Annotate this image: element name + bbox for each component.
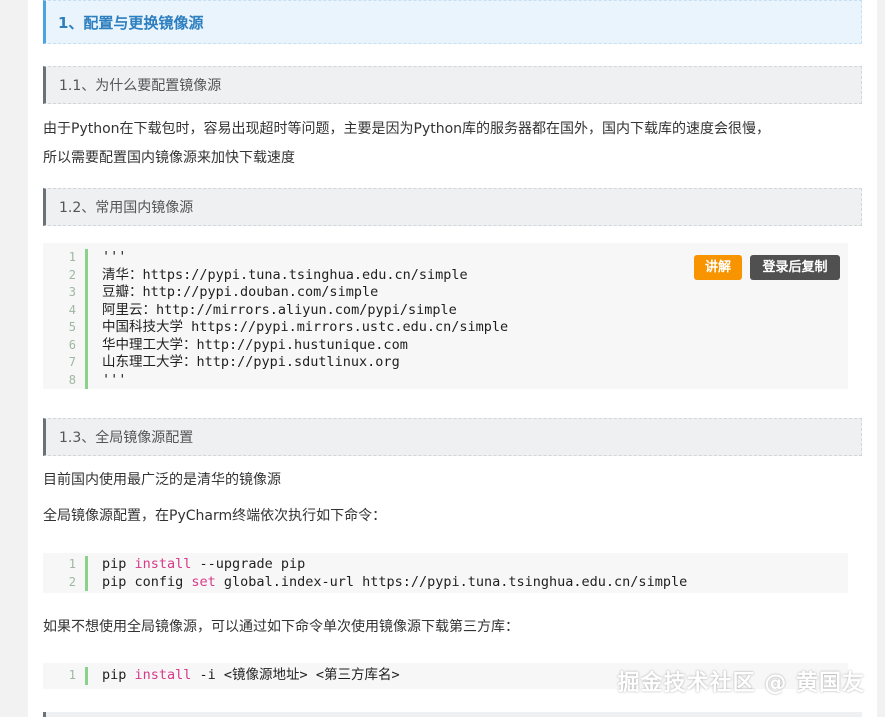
line-gutter-bar [85,556,88,574]
section-heading-1-2-text: 1.2、常用国内镜像源 [59,200,194,216]
code-token: pip [102,667,135,683]
section-heading-1-text: 1、配置与更换镜像源 [58,13,204,32]
section-heading-1: 1、配置与更换镜像源 [43,0,862,44]
line-number: 6 [68,337,76,352]
code-token: pip config [102,573,192,590]
line-number: 3 [68,285,76,299]
line-gutter-bar [85,319,88,337]
line-gutter-bar [85,667,88,685]
line-number: 2 [68,574,76,589]
line-number: 5 [68,320,76,334]
explain-button[interactable]: 讲解 [694,255,742,280]
code-text: 华中理工大学：http://pypi.hustunique.com [102,336,408,353]
code-text: pip install -i <镜像源地址> <第三方库名> [102,667,400,685]
code-text: ''' [102,249,127,265]
code-line: 1 pip install --upgrade pip [60,556,848,574]
code-line: 2 pip config set global.index-url https:/… [60,573,848,592]
line-number: 1 [68,668,76,682]
paragraph-line-1: 由于Python在下载包时，容易出现超时等问题，主要是因为Python库的服务器… [43,121,771,137]
paragraph-line-2: 所以需要配置国内镜像源来加快下载速度 [43,150,295,166]
code-text: 阿里云：http://mirrors.aliyun.com/pypi/simpl… [102,301,457,318]
code-line: 8 ''' [60,371,848,389]
line-number: 1 [68,250,76,264]
paragraph-single-use: 如果不想使用全局镜像源，可以通过如下命令单次使用镜像源下载第三方库： [43,619,519,635]
line-gutter-bar [85,354,88,372]
line-gutter-bar [85,266,88,284]
code-line: 4 阿里云：http://mirrors.aliyun.com/pypi/simp… [60,301,848,319]
code-keyword: install [134,556,192,572]
code-line: 6 华中理工大学：http://pypi.hustunique.com [60,336,848,354]
line-gutter-bar [85,336,88,354]
code-text: pip install --upgrade pip [102,556,305,574]
section-heading-1-2: 1.2、常用国内镜像源 [43,188,862,226]
paragraph-most-used: 目前国内使用最广泛的是清华的镜像源 [43,472,281,488]
section-heading-1-3-text: 1.3、全局镜像源配置 [59,430,194,446]
line-gutter-bar [85,284,88,302]
code-text: 中国科技大学 https://pypi.mirrors.ustc.edu.cn/… [102,319,509,335]
code-text: 清华：https://pypi.tuna.tsinghua.edu.cn/sim… [102,266,468,283]
article-page: 1、配置与更换镜像源 1.1、为什么要配置镜像源 由于Python在下载包时，容… [28,0,877,717]
line-gutter-bar [85,573,88,591]
code-text: 豆瓣：http://pypi.douban.com/simple [102,284,379,300]
line-gutter-bar [85,371,88,389]
section-heading-1-1: 1.1、为什么要配置镜像源 [43,66,862,104]
line-number: 2 [68,267,76,282]
code-text: ''' [102,371,127,388]
line-number: 8 [68,372,76,387]
code-line: 5 中国科技大学 https://pypi.mirrors.ustc.edu.cn… [60,319,848,337]
login-to-copy-button[interactable]: 登录后复制 [750,255,840,280]
line-gutter-bar [85,249,88,267]
line-number: 1 [68,557,76,571]
code-line: 3 豆瓣：http://pypi.douban.com/simple [60,284,848,302]
code-token: --upgrade pip [191,556,306,572]
next-section-heading-edge [43,712,862,717]
code-token: global.index-url https://pypi.tuna.tsing… [215,573,688,590]
code-text: 山东理工大学：http://pypi.sdutlinux.org [102,354,400,370]
code-keyword: install [134,667,192,683]
watermark-text: 掘金技术社区 @ 黄国友 [617,671,865,696]
code-token: pip [102,556,135,572]
paragraph-why-mirror: 由于Python在下载包时，容易出现超时等问题，主要是因为Python库的服务器… [43,115,868,173]
line-number: 7 [68,355,76,369]
code-text: pip config set global.index-url https://… [102,574,687,592]
code-line: 7 山东理工大学：http://pypi.sdutlinux.org [60,354,848,372]
code-token: -i <镜像源地址> <第三方库名> [191,667,400,683]
section-heading-1-3: 1.3、全局镜像源配置 [43,418,862,456]
code-keyword: set [191,573,216,590]
paragraph-global-config: 全局镜像源配置，在PyCharm终端依次执行如下命令： [43,508,387,524]
code-block-global-config: 1 pip install --upgrade pip 2 pip config s… [43,553,848,593]
section-heading-1-1-text: 1.1、为什么要配置镜像源 [59,78,222,94]
line-gutter-bar [85,301,88,319]
line-number: 4 [68,302,76,317]
